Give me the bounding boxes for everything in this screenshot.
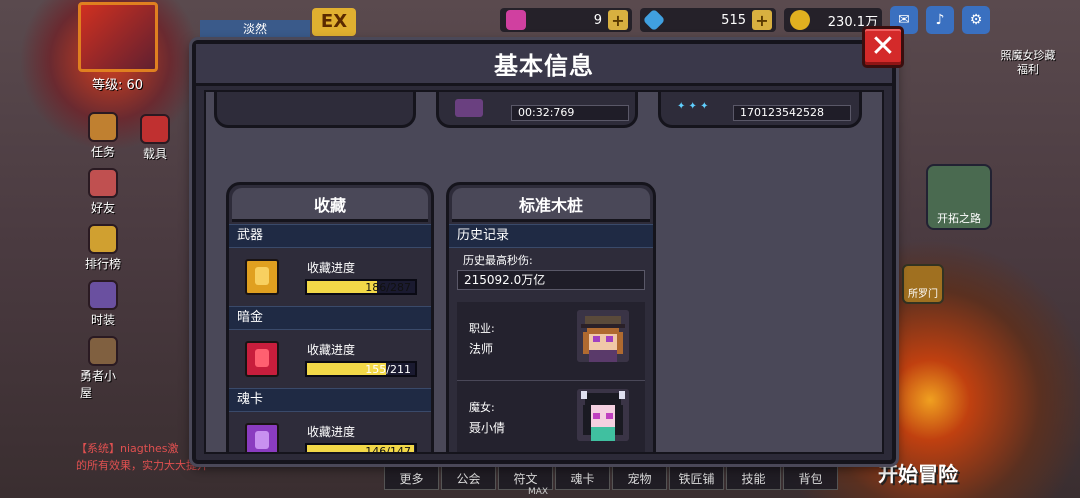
dialog-title: 基本信息: [494, 52, 594, 80]
menu-hero-house-label: 勇者小屋: [80, 369, 117, 400]
expedition-road-label: 开拓之路: [937, 212, 981, 225]
menu-fashion[interactable]: 时装: [80, 280, 126, 328]
clear-time-value: 00:32:769: [511, 105, 629, 121]
quest-icon: [88, 112, 118, 142]
dark-gold-card-icon: [245, 341, 279, 377]
menu-ranking-label: 排行榜: [84, 257, 121, 271]
friends-icon: [88, 168, 118, 198]
tab-skills[interactable]: 技能: [726, 466, 781, 490]
weapon-progress-bar: 186/287: [305, 279, 417, 295]
menu-welfare[interactable]: 福利: [1005, 63, 1051, 77]
trophy-icon: [88, 224, 118, 254]
expedition-road-button[interactable]: 开拓之路: [926, 164, 992, 230]
sparkle-icon: ✦ ✦ ✦: [677, 101, 709, 112]
witch-row: 魔女: 聂小倩: [457, 380, 645, 452]
tab-guild[interactable]: 公会: [441, 466, 496, 490]
tab-backpack[interactable]: 背包: [783, 466, 838, 490]
player-avatar[interactable]: [78, 2, 158, 72]
dark-gold-progress-bar: 155/211: [305, 361, 417, 377]
menu-vehicle[interactable]: 载具: [132, 114, 178, 162]
dark-gold-progress-text: 155/211: [365, 363, 411, 376]
player-id-value: 170123542528: [733, 105, 851, 121]
soul-card-progress-bar: 146/147: [305, 443, 417, 454]
training-dummy-title: 标准木桩: [452, 188, 650, 222]
weapon-section-header: 武器: [229, 224, 431, 248]
menu-friends-label: 好友: [90, 201, 115, 215]
soul-card-icon: [245, 423, 279, 452]
dialog-content-scroll[interactable]: 00:32:769 ✦ ✦ ✦ 170123542528 收藏 武器 收藏进度 …: [204, 90, 884, 454]
heart-count: 9: [593, 12, 602, 28]
dark-gold-progress-label: 收藏进度: [307, 343, 356, 357]
tab-more[interactable]: 更多: [384, 466, 439, 490]
add-heart-button[interactable]: +: [608, 10, 628, 30]
right-menu: 照魔女珍藏 福利: [988, 46, 1068, 77]
bottom-tab-bar: 更多 公会 符文 魂卡 宠物 铁匠铺 技能 背包: [384, 466, 838, 492]
menu-quest-label: 任务: [90, 145, 115, 159]
menu-fashion-label: 时装: [90, 313, 115, 327]
best-dps-value: 215092.0万亿: [457, 270, 645, 290]
dialog-header: 基本信息: [196, 44, 892, 86]
ex-badge[interactable]: EX: [312, 8, 356, 36]
soul-card-collection-row: 收藏进度 146/147: [229, 412, 431, 454]
witch-value: 聂小倩: [469, 421, 506, 435]
menu-ranking[interactable]: 排行榜: [80, 224, 126, 272]
heart-gem-icon: [506, 10, 526, 30]
diamond-count: 515: [721, 12, 746, 28]
menu-friends[interactable]: 好友: [80, 168, 126, 216]
witch-label: 魔女:: [469, 401, 495, 414]
costume-icon: [88, 280, 118, 310]
mage-portrait-icon: [577, 310, 629, 362]
character-info-box: 职业: 法师 魔女: 聂小倩: [457, 302, 645, 452]
history-section-header: 历史记录: [449, 224, 653, 248]
house-icon: [88, 336, 118, 366]
dark-gold-collection-row: 收藏进度 155/211: [229, 330, 431, 388]
top-panel-right: ✦ ✦ ✦ 170123542528: [658, 92, 862, 128]
add-diamond-button[interactable]: +: [752, 10, 772, 30]
diamond-icon: [642, 8, 666, 32]
menu-hero-house[interactable]: 勇者小屋: [80, 336, 126, 401]
welfare-label: 福利: [1017, 63, 1039, 76]
weapon-card-icon: [245, 259, 279, 295]
top-panel-middle: 00:32:769: [436, 92, 638, 128]
solomon-button[interactable]: 所罗门: [902, 264, 944, 304]
tab-blacksmith[interactable]: 铁匠铺: [669, 466, 724, 490]
sound-icon[interactable]: ♪: [926, 6, 954, 34]
soul-card-progress-label: 收藏进度: [307, 425, 356, 439]
gold-coin-icon: [790, 10, 810, 30]
resource-bar: 9 + 515 + 230.1万 ✉ ♪ ⚙: [500, 6, 990, 34]
top-panel-left: [214, 92, 416, 128]
left-menu: 任务 好友 排行榜 时装 勇者小屋: [80, 112, 126, 401]
resource-heart: 9 +: [500, 8, 632, 32]
close-icon: ✕: [870, 29, 896, 64]
basic-info-dialog: 基本信息 00:32:769 ✦ ✦ ✦ 170123542528 收藏 武器 …: [192, 40, 896, 464]
soul-card-section-header: 魂卡: [229, 388, 431, 412]
collection-panel: 收藏 武器 收藏进度 186/287 暗金 收藏进度 155/211 魂卡 收藏…: [226, 182, 434, 454]
max-label: MAX: [528, 487, 549, 497]
weapon-collection-row: 收藏进度 186/287: [229, 248, 431, 306]
job-value: 法师: [469, 342, 494, 356]
collection-title: 收藏: [232, 188, 428, 222]
soul-card-progress-text: 146/147: [365, 445, 411, 454]
dark-gold-section-header: 暗金: [229, 306, 431, 330]
avatar-thumb: [455, 99, 483, 117]
job-row: 职业: 法师: [457, 302, 645, 378]
tab-soul-cards[interactable]: 魂卡: [555, 466, 610, 490]
vehicle-icon: [140, 114, 170, 144]
close-button[interactable]: ✕: [862, 26, 904, 68]
solomon-label: 所罗门: [908, 289, 938, 300]
menu-vehicle-label: 载具: [142, 147, 167, 161]
player-name: 淡然: [200, 20, 310, 38]
settings-gear-icon[interactable]: ⚙: [962, 6, 990, 34]
menu-quest[interactable]: 任务: [80, 112, 126, 160]
weapon-progress-label: 收藏进度: [307, 261, 356, 275]
job-label: 职业:: [469, 322, 495, 335]
resource-diamond: 515 +: [640, 8, 776, 32]
player-level: 等级: 60: [92, 78, 144, 93]
tab-pets[interactable]: 宠物: [612, 466, 667, 490]
best-dps-label: 历史最高秒伤:: [463, 254, 533, 267]
weapon-progress-text: 186/287: [365, 281, 411, 294]
training-dummy-panel: 标准木桩 历史记录 历史最高秒伤: 215092.0万亿 职业: 法师 魔女: …: [446, 182, 656, 452]
witch-portrait-icon: [577, 389, 629, 441]
